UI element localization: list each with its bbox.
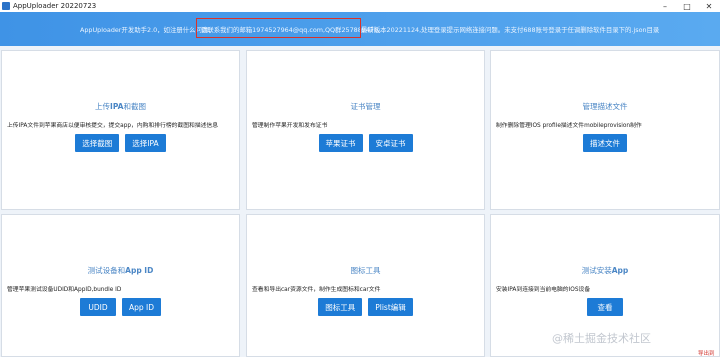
card-profile-management: 管理描述文件 制作删除管理IOS profile描述文件mobileprovis… (490, 50, 720, 210)
card-description: 安装IPA到连接到当前电脑的IOS设备 (496, 287, 591, 293)
app-icon (2, 2, 10, 10)
view-button[interactable]: 查看 (587, 298, 623, 316)
highlight-box (196, 18, 361, 38)
notice-banner: AppUploader开发助手2.0，如注册什么问题， 请联系我们的邮箱1974… (0, 12, 720, 46)
app-id-button[interactable]: App ID (121, 298, 162, 316)
close-icon[interactable]: ✕ (698, 0, 720, 12)
icon-tool-button[interactable]: 图标工具 (318, 298, 363, 316)
card-description: 上传IPA文件到苹果商店以便审核提交，提交app，内购和排行榜的截图和描述信息 (7, 123, 219, 129)
banner-text-left: AppUploader开发助手2.0，如注册什么问题， (80, 26, 215, 34)
card-title: 测试安装App (581, 266, 629, 275)
banner-text-right: 最新版本20221124,处理登录提示网络连接问题。未支付688账号登录于任调删… (361, 26, 660, 34)
card-description: 管理苹果测试设备UDID和AppID,bundle ID (7, 287, 122, 293)
android-certificate-button[interactable]: 安卓证书 (368, 134, 413, 152)
udid-button[interactable]: UDID (79, 298, 116, 316)
card-icon-tools: 图标工具 查看和导出car资源文件，制作生成图标和car文件 图标工具 Plis… (246, 214, 485, 357)
card-upload-ipa: 上传IPA和截图 上传IPA文件到苹果商店以便审核提交，提交app，内购和排行榜… (1, 50, 240, 210)
apple-certificate-button[interactable]: 苹果证书 (318, 134, 363, 152)
card-title: 测试设备和App ID (87, 266, 154, 275)
card-title: 管理描述文件 (582, 102, 628, 111)
card-title: 图标工具 (350, 266, 381, 275)
export-tag[interactable]: 导出到 (698, 349, 715, 357)
card-title: 证书管理 (350, 102, 381, 111)
card-description: 管理制作苹果开发和发布证书 (252, 123, 328, 129)
card-title: 上传IPA和截图 (95, 102, 146, 111)
plist-edit-button[interactable]: Plist编辑 (368, 298, 413, 316)
card-devices-appid: 测试设备和App ID 管理苹果测试设备UDID和AppID,bundle ID… (1, 214, 240, 357)
select-screenshot-button[interactable]: 选择截图 (75, 134, 120, 152)
card-certificate-management: 证书管理 管理制作苹果开发和发布证书 苹果证书 安卓证书 (246, 50, 485, 210)
card-description: 制作删除管理IOS profile描述文件mobileprovision制作 (496, 123, 642, 129)
window-title: AppUploader 20220723 (13, 2, 97, 10)
maximize-icon[interactable]: □ (676, 0, 698, 12)
window-controls: – □ ✕ (654, 0, 720, 12)
card-description: 查看和导出car资源文件，制作生成图标和car文件 (252, 287, 381, 293)
watermark: @稀土掘金技术社区 (552, 332, 651, 345)
select-ipa-button[interactable]: 选择IPA (125, 134, 166, 152)
minimize-icon[interactable]: – (654, 0, 676, 12)
profile-file-button[interactable]: 描述文件 (583, 134, 627, 152)
